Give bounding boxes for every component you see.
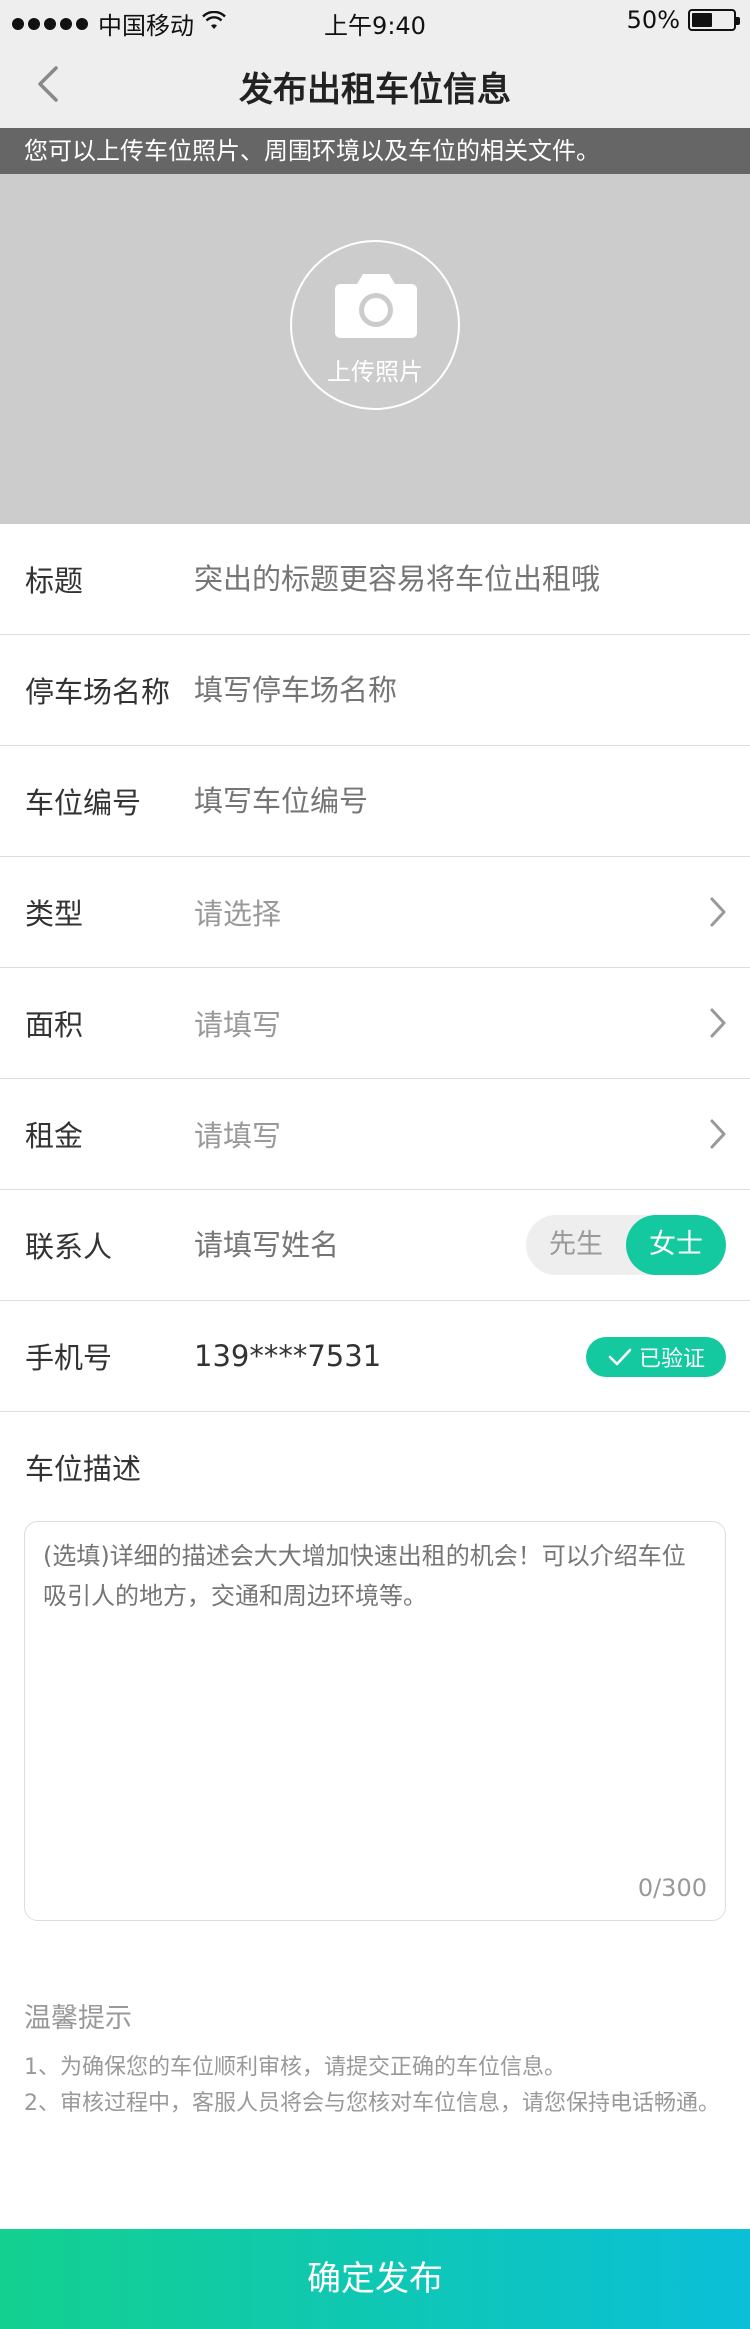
parking-form: 标题 停车场名称 车位编号 类型 请选择 面积 请填写 租金 请填写 联系人 先…: [0, 524, 750, 1412]
status-bar-right: 50%: [626, 6, 740, 34]
chevron-right-icon: [710, 897, 726, 927]
rent-label: 租金: [25, 1119, 84, 1153]
space-number-label: 车位编号: [25, 786, 142, 820]
parking-name-label: 停车场名称: [25, 675, 171, 709]
battery-percent: 50%: [626, 6, 680, 34]
contact-label: 联系人: [25, 1230, 113, 1264]
notice-list: 1、为确保您的车位顺利审核，请提交正确的车位信息。 2、审核过程中，客服人员将会…: [24, 2050, 734, 2122]
submit-button[interactable]: 确定发布: [0, 2229, 750, 2329]
contact-row: 联系人 先生 女士: [0, 1190, 750, 1301]
area-field[interactable]: 请填写: [194, 1002, 281, 1044]
title-label: 标题: [25, 564, 84, 598]
space-number-input[interactable]: [194, 784, 674, 818]
description-textarea[interactable]: [43, 1536, 707, 1856]
battery-icon: [688, 9, 740, 31]
area-label: 面积: [25, 1008, 84, 1042]
page-title: 发布出租车位信息: [239, 70, 511, 110]
rent-row[interactable]: 租金 请填写: [0, 1079, 750, 1190]
notice-title: 温馨提示: [24, 2003, 132, 2034]
verified-label: 已验证: [638, 1347, 705, 1372]
phone-value: 139****7531: [194, 1339, 382, 1373]
upload-tip: 您可以上传车位照片、周围环境以及车位的相关文件。: [0, 128, 750, 174]
gender-option-mr[interactable]: 先生: [526, 1215, 626, 1275]
battery-level: [692, 13, 712, 27]
character-counter: 0/300: [637, 1874, 707, 1902]
notice-item: 1、为确保您的车位顺利审核，请提交正确的车位信息。: [24, 2055, 566, 2080]
phone-row: 手机号 139****7531 已验证: [0, 1301, 750, 1412]
gender-toggle[interactable]: 先生 女士: [526, 1215, 726, 1275]
phone-label: 手机号: [25, 1341, 113, 1375]
space-number-row: 车位编号: [0, 746, 750, 857]
rent-field[interactable]: 请填写: [194, 1113, 281, 1155]
checkmark-icon: [608, 1348, 632, 1366]
contact-name-input[interactable]: [194, 1228, 494, 1262]
verified-badge: 已验证: [586, 1337, 726, 1377]
navigation-bar: 发布出租车位信息: [0, 40, 750, 128]
chevron-right-icon: [710, 1119, 726, 1149]
status-bar: 中国移动 上午9:40 50%: [0, 0, 750, 40]
title-row: 标题: [0, 524, 750, 635]
upload-photo-label: 上传照片: [327, 358, 423, 386]
description-box: 0/300: [24, 1521, 726, 1921]
upload-photo-button[interactable]: 上传照片: [290, 240, 460, 410]
notice-item: 2、审核过程中，客服人员将会与您核对车位信息，请您保持电话畅通。: [24, 2091, 720, 2116]
description-title: 车位描述: [25, 1452, 142, 1486]
title-input[interactable]: [194, 562, 674, 596]
gender-option-ms[interactable]: 女士: [626, 1215, 726, 1275]
type-select[interactable]: 请选择: [194, 891, 281, 933]
camera-icon: [335, 274, 417, 338]
parking-name-row: 停车场名称: [0, 635, 750, 746]
parking-name-input[interactable]: [194, 673, 674, 707]
type-label: 类型: [25, 897, 84, 931]
photo-upload-area[interactable]: 上传照片: [0, 174, 750, 524]
chevron-right-icon: [710, 1008, 726, 1038]
area-row[interactable]: 面积 请填写: [0, 968, 750, 1079]
type-row[interactable]: 类型 请选择: [0, 857, 750, 968]
